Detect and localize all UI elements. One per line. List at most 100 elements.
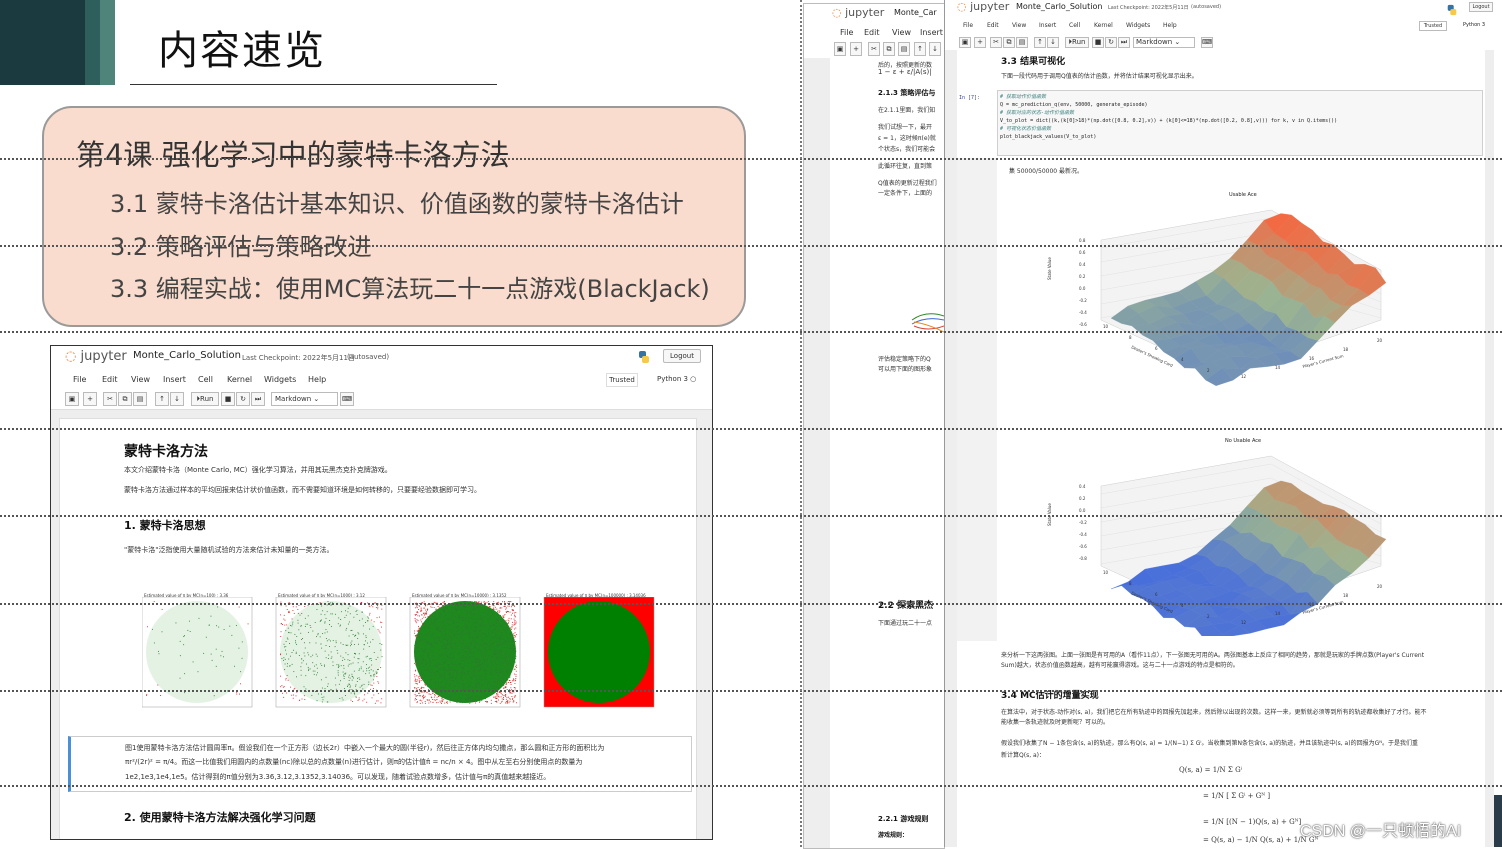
jupyter-logo[interactable]: ◌ jupyter	[65, 349, 127, 364]
cut-icon[interactable]: ✂	[990, 37, 1002, 48]
y-tick-label: 6	[1155, 346, 1158, 351]
logout-button[interactable]: Logout	[1469, 2, 1493, 12]
trusted-indicator[interactable]: Trusted	[1419, 21, 1447, 31]
move-down-icon[interactable]: ↓	[929, 42, 941, 56]
fast-forward-icon[interactable]: ⏭	[1118, 37, 1130, 48]
paste-icon[interactable]: ▤	[898, 42, 910, 56]
code-line: # 获取对应的状态-动作价值函数	[1000, 110, 1075, 116]
save-icon[interactable]: ▣	[834, 42, 846, 56]
x-tick-label: 20	[1377, 584, 1383, 589]
last-checkpoint: Last Checkpoint: 2022年5月11日	[242, 354, 355, 362]
keyboard-icon[interactable]: ⌨	[1201, 37, 1213, 48]
trusted-indicator[interactable]: Trusted	[606, 373, 638, 387]
stop-icon[interactable]: ■	[1092, 37, 1104, 48]
menu-file[interactable]: File	[73, 375, 86, 384]
copy-icon[interactable]: ⧉	[1003, 37, 1015, 48]
fast-forward-icon[interactable]: ⏭	[251, 392, 265, 406]
cut-icon[interactable]: ✂	[103, 392, 117, 406]
stop-icon[interactable]: ■	[221, 392, 235, 406]
save-icon[interactable]: ▣	[959, 37, 971, 48]
text-line: ε = 1，这时候π(e)就	[878, 135, 936, 142]
jupyter-logo[interactable]: ◌ jupyter	[832, 6, 884, 19]
menu-view[interactable]: View	[892, 28, 911, 37]
add-cell-icon[interactable]: +	[974, 37, 986, 48]
cell-type-select[interactable]: Markdown ⌄	[1133, 37, 1195, 48]
move-up-icon[interactable]: ↑	[1034, 37, 1046, 48]
paste-icon[interactable]: ▤	[133, 392, 147, 406]
x-tick-label: 18	[1343, 347, 1349, 352]
text-line: 可以用下面的图形象	[878, 366, 933, 373]
menu-edit[interactable]: Edit	[864, 28, 880, 37]
save-icon[interactable]: ▣	[65, 392, 79, 406]
logout-button[interactable]: Logout	[663, 349, 701, 363]
lesson-item-1: 3.1 蒙特卡洛估计基本知识、价值函数的蒙特卡洛估计	[110, 190, 684, 218]
restart-icon[interactable]: ↻	[1105, 37, 1117, 48]
no-usable-ace-surface-plot: 0.40.20.0-0.2-0.4-0.6-0.8121416182010864…	[1047, 455, 1387, 636]
menu-help[interactable]: Help	[1163, 22, 1177, 29]
header-bar-mid	[85, 0, 100, 85]
guide-line	[0, 515, 1502, 517]
z-tick-label: 0.4	[1079, 262, 1086, 267]
python-logo-icon	[637, 349, 649, 363]
x-tick-label: 18	[1343, 593, 1349, 598]
menu-view[interactable]: View	[131, 375, 150, 384]
text-line: 一定条件下，上面的	[878, 190, 933, 197]
move-up-icon[interactable]: ↑	[155, 392, 169, 406]
keyboard-icon[interactable]: ⌨	[340, 392, 354, 406]
menu-widgets[interactable]: Widgets	[264, 375, 296, 384]
analysis-text-1: 来分析一下这两张图。上面一张图是有可用的A（看作11点），下一张图无可用的A。两…	[1001, 652, 1425, 659]
paste-icon[interactable]: ▤	[1016, 37, 1028, 48]
mc-pi-plots	[142, 597, 655, 708]
menu-file[interactable]: File	[840, 28, 853, 37]
menu-widgets[interactable]: Widgets	[1126, 22, 1150, 29]
add-cell-icon[interactable]: +	[83, 392, 97, 406]
text-line: Q值表的更新过程我们	[878, 180, 937, 187]
menu-insert[interactable]: Insert	[1039, 22, 1056, 29]
policy-iteration-diagram	[911, 313, 944, 333]
move-down-icon[interactable]: ↓	[170, 392, 184, 406]
menu-kernel[interactable]: Kernel	[1094, 22, 1113, 29]
move-down-icon[interactable]: ↓	[1047, 37, 1059, 48]
code-line: V_to_plot = dict((k,(k[0]>18)*(np.dot([0…	[1000, 118, 1338, 124]
slide-title: 内容速览	[158, 28, 326, 74]
menu-kernel[interactable]: Kernel	[227, 375, 252, 384]
notebook-name[interactable]: Monte_Carlo_Solution	[133, 350, 241, 361]
guide-line	[0, 690, 1502, 692]
notebook-middle: ◌ jupyter Monte_Car File Edit View Inser…	[803, 3, 945, 849]
notebook-name[interactable]: Monte_Car	[894, 8, 937, 17]
lesson-box: 第4课 强化学习中的蒙特卡洛方法 3.1 蒙特卡洛估计基本知识、价值函数的蒙特卡…	[42, 106, 746, 327]
cell-type-select[interactable]: Markdown ⌄	[271, 392, 338, 406]
copy-icon[interactable]: ⧉	[118, 392, 132, 406]
menu-cell[interactable]: Cell	[198, 375, 213, 384]
section-3-3-heading: 3.3 结果可视化	[1001, 57, 1066, 67]
run-button[interactable]: ⏵Run	[1065, 37, 1089, 48]
menu-insert[interactable]: Insert	[163, 375, 186, 384]
caption-line-3: 1e2,1e3,1e4,1e5。估计得到的π值分别为3.36,3.12,3.13…	[125, 773, 551, 781]
notebook-page: 3.3 结果可视化 下面一段代码用于调用Q值表的估计函数，并将估计结果可视化显示…	[957, 50, 1485, 847]
y-tick-label: 10	[1103, 570, 1109, 575]
menu-insert[interactable]: Insert	[920, 28, 943, 37]
section-1-text: "蒙特卡洛"泛指使用大量随机试验的方法来估计未知量的一类方法。	[124, 546, 334, 554]
code-cell[interactable]: # 获取动作价值函数 Q = mc_prediction_q(env, 5000…	[997, 90, 1483, 156]
cut-icon[interactable]: ✂	[868, 42, 880, 56]
cell-prompt: In [7]:	[959, 95, 981, 101]
z-tick-label: 0.0	[1079, 286, 1086, 291]
notebook-page: 蒙特卡洛方法 本文介绍蒙特卡洛（Monte Carlo, MC）强化学习算法，并…	[59, 418, 697, 839]
menu-edit[interactable]: Edit	[102, 375, 118, 384]
menu-file[interactable]: File	[963, 22, 973, 29]
menu-help[interactable]: Help	[308, 375, 326, 384]
autosaved-status: (autosaved)	[1191, 4, 1222, 10]
jupyter-logo[interactable]: ◌ jupyter	[957, 0, 1009, 13]
menu-view[interactable]: View	[1012, 22, 1026, 29]
menu-cell[interactable]: Cell	[1069, 22, 1080, 29]
add-cell-icon[interactable]: +	[850, 42, 862, 56]
move-up-icon[interactable]: ↑	[914, 42, 926, 56]
run-button[interactable]: ⏵Run	[191, 392, 219, 406]
copy-icon[interactable]: ⧉	[883, 42, 895, 56]
notebook-name[interactable]: Monte_Carlo_Solution	[1016, 2, 1102, 11]
menu-edit[interactable]: Edit	[987, 22, 999, 29]
section-3-4-text-2: 能收集一条轨迹就及时更新呢？可以的。	[1001, 719, 1110, 726]
corner-tab	[1494, 795, 1502, 847]
restart-icon[interactable]: ↻	[236, 392, 250, 406]
z-tick-label: -0.6	[1079, 544, 1087, 549]
